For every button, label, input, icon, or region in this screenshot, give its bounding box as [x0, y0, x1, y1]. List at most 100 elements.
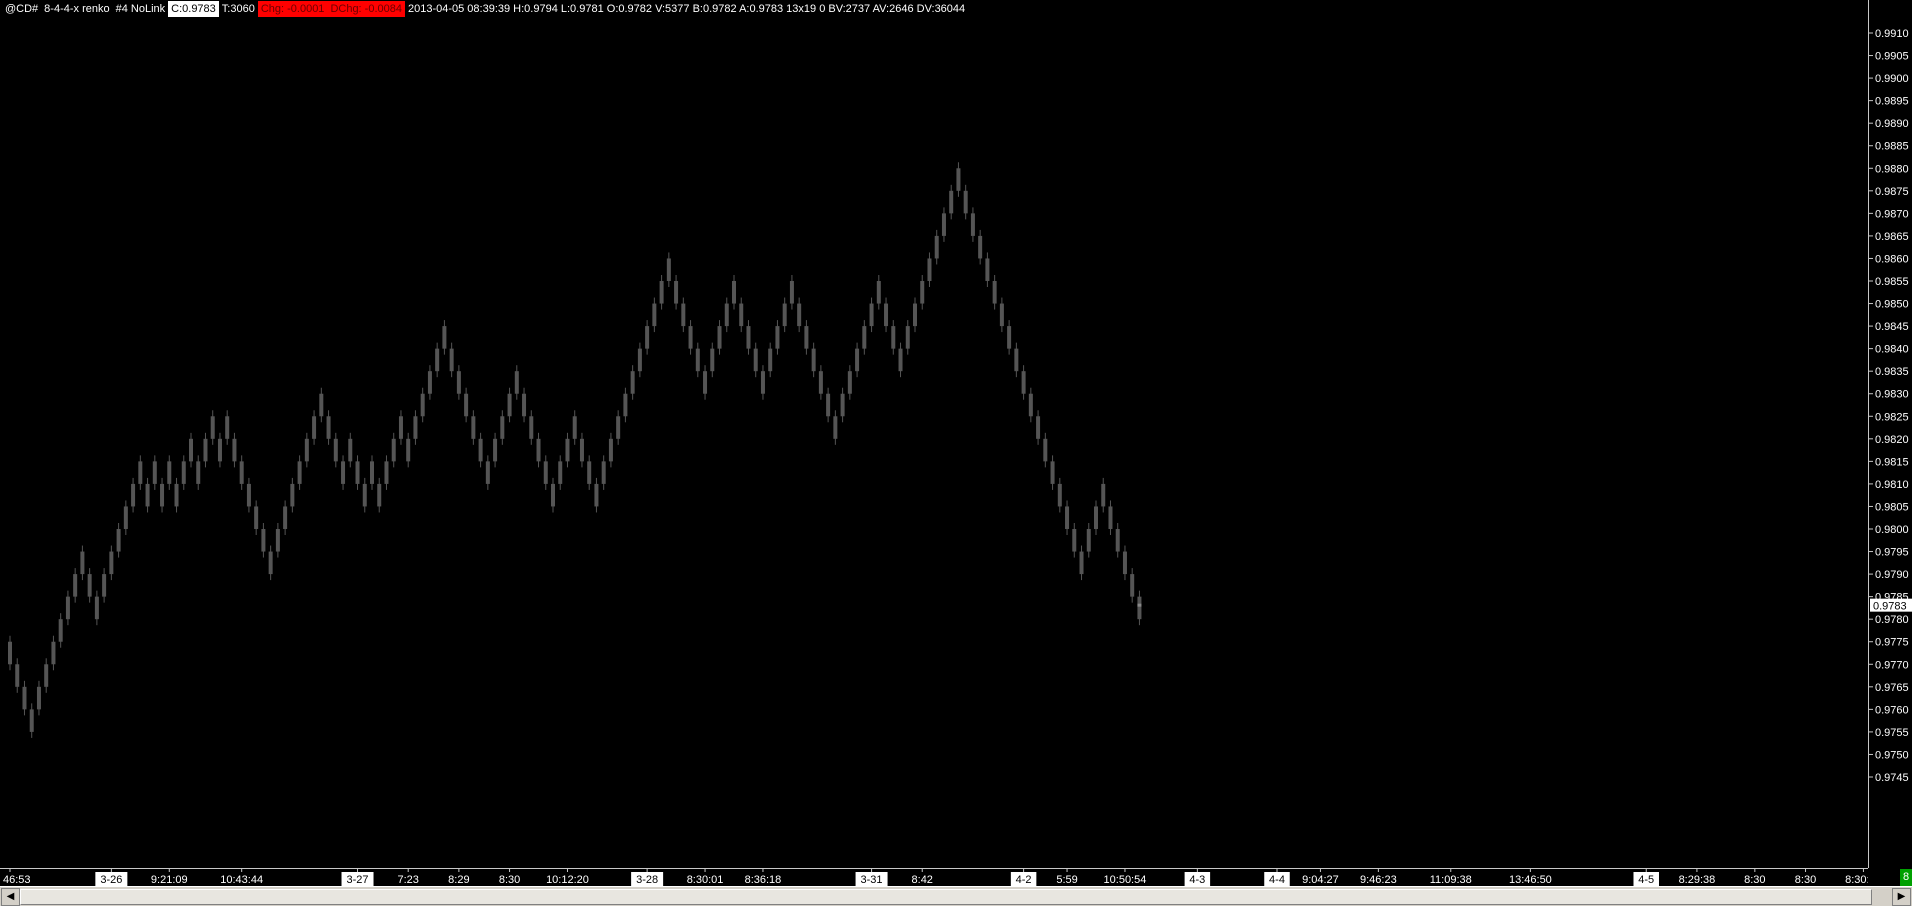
time-label: 8:29: [448, 874, 469, 886]
renko-brick: [232, 438, 237, 462]
renko-brick: [152, 461, 157, 484]
renko-brick: [746, 326, 751, 349]
renko-brick: [44, 664, 49, 687]
horizontal-scrollbar[interactable]: ◀ ▶: [0, 886, 1912, 906]
renko-brick: [94, 596, 99, 620]
renko-brick: [167, 461, 172, 484]
renko-brick: [333, 438, 338, 462]
renko-brick: [427, 371, 432, 394]
renko-brick: [102, 574, 107, 597]
renko-brick: [927, 258, 932, 281]
date-label: 3-27: [347, 874, 369, 886]
renko-brick: [1101, 483, 1106, 507]
renko-brick: [905, 326, 910, 349]
renko-brick: [203, 438, 208, 462]
renko-brick: [833, 416, 838, 439]
chart-area[interactable]: [0, 0, 1912, 905]
renko-brick: [855, 348, 860, 372]
price-axis[interactable]: 0.9910 0.9905 0.9900 0.9895 0.9890 0.9885 0.98…: [1868, 0, 1912, 868]
price-chart[interactable]: [0, 0, 1868, 868]
renko-brick: [1094, 506, 1098, 529]
time-label: 8:42: [912, 874, 933, 886]
price-label: 0.9875: [1875, 186, 1909, 198]
date-label: 3-28: [636, 874, 658, 886]
renko-brick: [601, 461, 606, 484]
renko-brick: [934, 235, 939, 259]
renko-brick: [123, 506, 128, 529]
renko-brick: [116, 529, 121, 552]
time-label: 9:04:27: [1302, 874, 1339, 886]
renko-brick: [1065, 506, 1070, 529]
renko-brick: [312, 416, 317, 439]
time-label: 9:21:09: [151, 874, 188, 886]
time-axis[interactable]: 46:53 3-26 9:21:09 10:43:44 3-27 7:23 8:29 8:30…: [0, 868, 1868, 887]
renko-brick: [956, 168, 961, 191]
renko-brick: [1137, 596, 1142, 620]
scroll-right-arrow-icon[interactable]: ▶: [1892, 888, 1911, 906]
renko-brick: [789, 281, 794, 304]
renko-brick: [543, 461, 548, 484]
renko-brick: [811, 348, 816, 372]
renko-brick: [717, 326, 722, 349]
renko-brick: [225, 416, 230, 439]
renko-brick: [65, 596, 70, 620]
price-label: 0.9745: [1875, 772, 1909, 784]
renko-brick: [898, 348, 903, 372]
renko-brick: [398, 416, 403, 439]
renko-brick: [616, 416, 621, 439]
renko-brick: [362, 483, 367, 507]
renko-brick: [1079, 551, 1084, 575]
renko-brick: [847, 371, 852, 394]
renko-brick: [695, 348, 700, 372]
renko-brick: [51, 641, 56, 665]
renko-brick: [1028, 393, 1033, 417]
renko-brick: [1057, 483, 1062, 507]
renko-brick: [73, 574, 78, 597]
price-label: 0.9870: [1875, 208, 1909, 220]
renko-brick: [1036, 416, 1041, 439]
price-label: 0.9820: [1875, 434, 1909, 446]
renko-brick: [703, 371, 708, 394]
renko-brick: [514, 371, 519, 394]
date-label: 4-3: [1189, 874, 1205, 886]
renko-brick: [992, 281, 997, 304]
renko-brick: [674, 281, 679, 304]
renko-brick: [189, 438, 193, 462]
price-axis-labels: 0.9910 0.9905 0.9900 0.9895 0.9890 0.9885 0.98…: [1869, 28, 1912, 784]
renko-brick: [290, 483, 295, 507]
daily-change-label: DChg: -0.0084: [327, 1, 405, 17]
renko-brick: [978, 235, 983, 259]
renko-brick: [1130, 574, 1135, 597]
renko-brick: [804, 326, 809, 349]
renko-brick: [174, 483, 179, 507]
renko-brick: [87, 574, 92, 597]
time-label: 46:53: [3, 874, 31, 886]
price-label: 0.9900: [1875, 73, 1909, 85]
renko-brick: [637, 348, 642, 372]
time-label: 9:46:23: [1360, 874, 1397, 886]
renko-brick: [326, 416, 331, 439]
renko-brick: [594, 483, 599, 507]
time-label: 8:30: [1744, 874, 1765, 886]
renko-brick: [630, 371, 635, 394]
renko-brick: [949, 190, 954, 214]
price-label: 0.9845: [1875, 321, 1909, 333]
renko-brick: [688, 326, 693, 349]
tick-count-label: T:3060: [221, 3, 255, 15]
renko-brick: [8, 641, 12, 665]
renko-brick: [587, 461, 592, 484]
renko-brick: [420, 393, 425, 417]
renko-brick: [1007, 326, 1012, 349]
time-label: 8:29:38: [1679, 874, 1716, 886]
renko-brick: [999, 303, 1004, 327]
corner-badge[interactable]: 8: [1900, 869, 1912, 886]
chart-header: @CD# 8-4-4-x renko #4 NoLink C:0.9783 T:…: [2, 1, 968, 17]
renko-brick: [869, 303, 874, 327]
time-label: 8:30: [499, 874, 520, 886]
scrollbar-thumb[interactable]: [20, 889, 1872, 905]
renko-brick: [341, 461, 346, 484]
scroll-left-arrow-icon[interactable]: ◀: [1, 888, 20, 906]
price-label: 0.9850: [1875, 299, 1909, 311]
renko-brick: [659, 281, 664, 304]
price-label: 0.9855: [1875, 276, 1909, 288]
